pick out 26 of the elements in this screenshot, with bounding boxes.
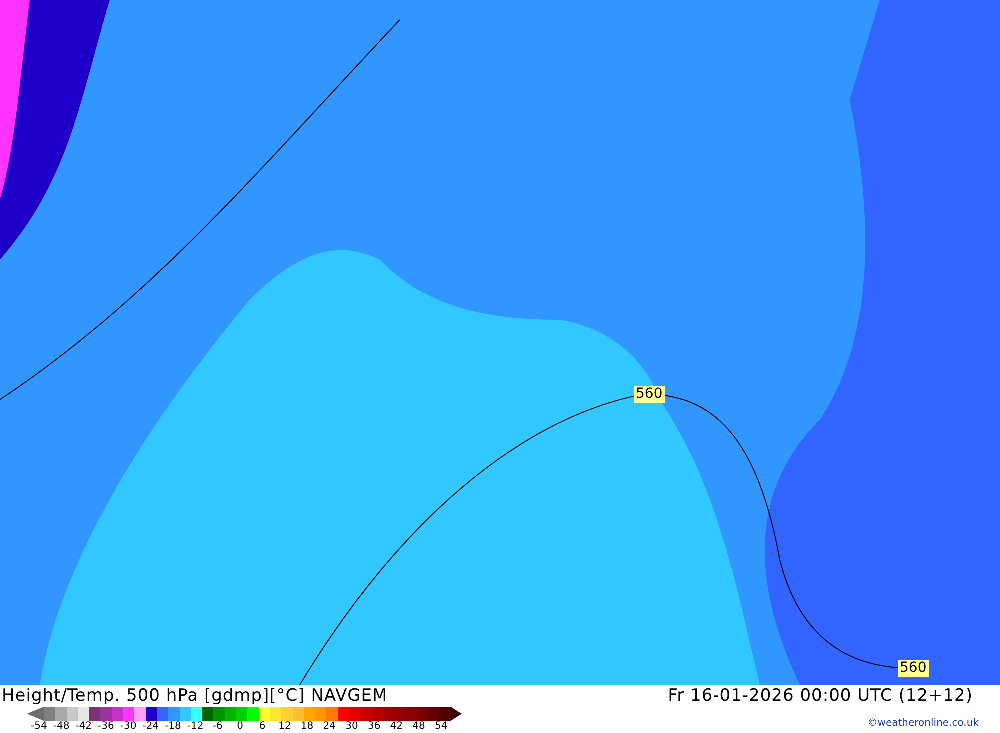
legend-tick-label: -48: [52, 721, 71, 733]
map-title: Height/Temp. 500 hPa [gdmp][°C] NAVGEM: [2, 686, 388, 706]
arrow-right-icon: [450, 707, 462, 721]
copyright-link[interactable]: ©weatheronline.co.uk: [868, 718, 1000, 733]
legend-tick-label: 30: [344, 721, 360, 733]
legend-tick-label: 48: [412, 721, 426, 733]
legend-tick-label: 36: [366, 721, 382, 733]
legend-tick-label: -6: [212, 721, 224, 733]
contour-label: 560: [634, 386, 665, 403]
legend-tick-label: -18: [164, 721, 182, 733]
legend-tick-label: -54: [30, 721, 48, 733]
legend-tick-label: -24: [142, 721, 160, 733]
legend-tick-label: -12: [186, 721, 205, 733]
legend-tick-label: 6: [258, 721, 267, 733]
arrow-left-icon: [27, 707, 44, 721]
legend-tick-label: 54: [434, 721, 449, 733]
legend-tick-label: 24: [322, 721, 337, 733]
legend-tick-label: -36: [97, 721, 116, 733]
legend-tick-label: -42: [74, 721, 94, 733]
legend-tick-label: -30: [119, 721, 138, 733]
legend-tick-label: 42: [389, 721, 404, 733]
legend-tick-label: 18: [300, 721, 315, 733]
contour-label: 560: [898, 660, 929, 677]
legend-tick-label: 0: [236, 721, 244, 733]
forecast-datetime: Fr 16-01-2026 00:00 UTC (12+12): [668, 686, 973, 706]
legend-tick-label: 12: [278, 721, 292, 733]
